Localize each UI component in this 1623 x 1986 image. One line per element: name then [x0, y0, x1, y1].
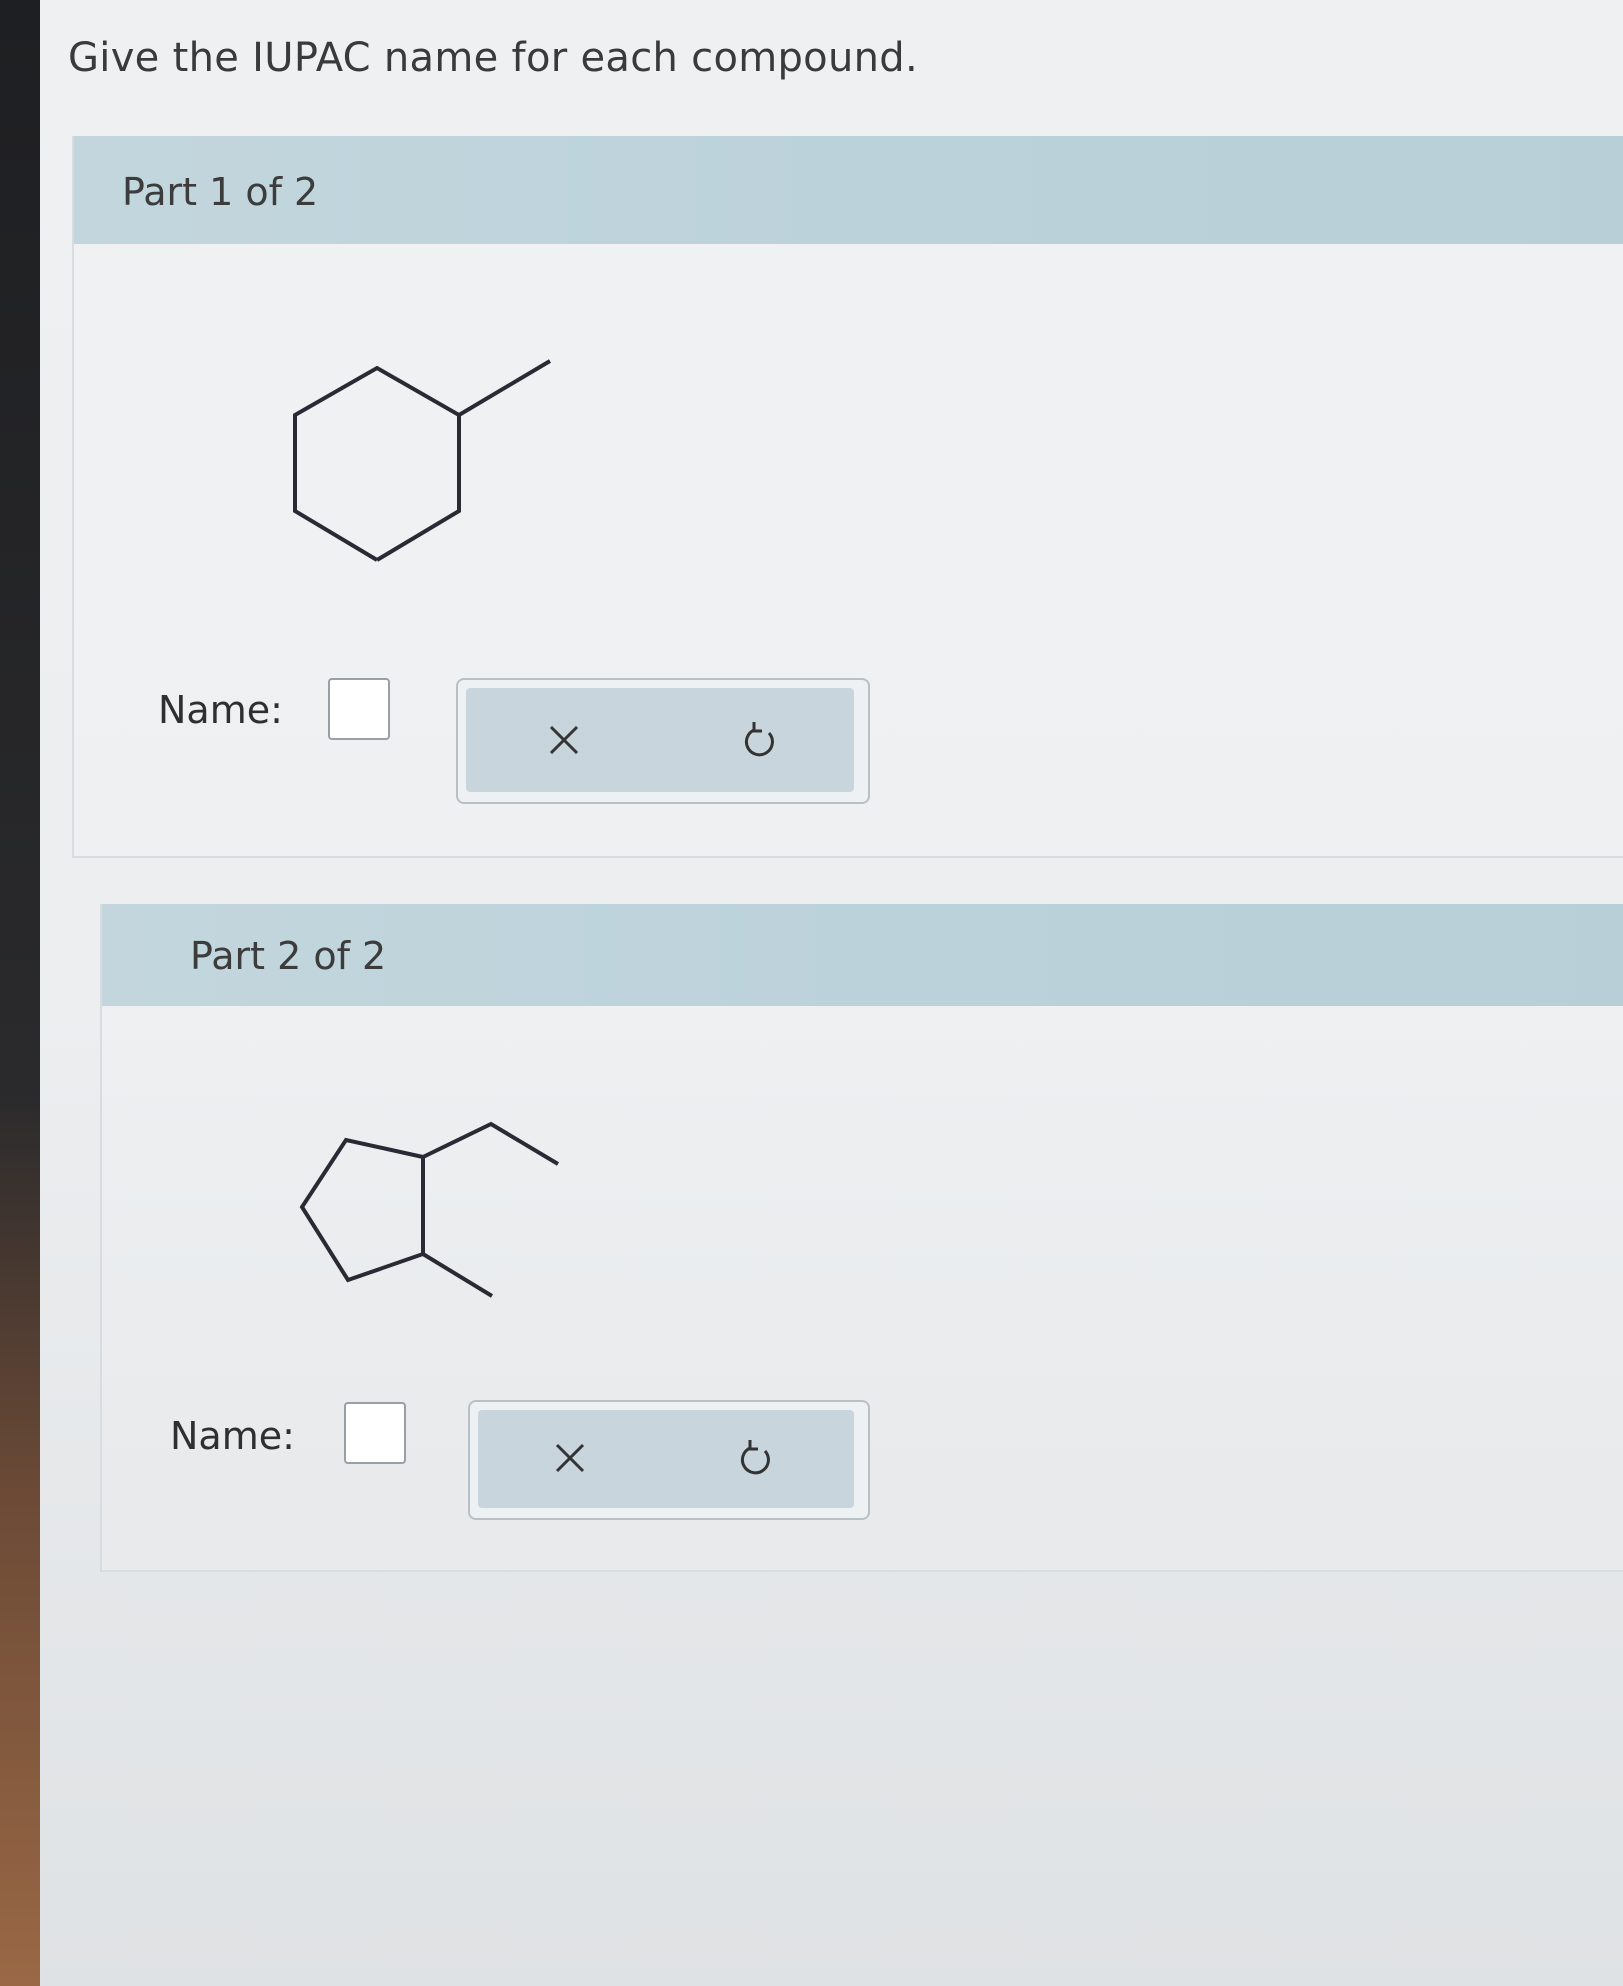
undo-icon	[744, 722, 774, 757]
answer-tools-2-bar	[478, 1410, 854, 1508]
answer-input-1[interactable]	[328, 678, 390, 740]
name-label-1: Name:	[158, 688, 283, 732]
methyl-bond	[457, 359, 552, 417]
answer-tools-1-bar	[466, 688, 854, 792]
answer-tools-2	[468, 1400, 870, 1520]
undo-icon	[740, 1440, 770, 1475]
page: Give the IUPAC name for each compound. P…	[40, 0, 1623, 1986]
ethyl-bonds	[422, 1121, 560, 1166]
clear-button-2[interactable]	[540, 1428, 600, 1488]
clear-button-1[interactable]	[534, 710, 594, 770]
cyclohexane-ring-bonds	[293, 365, 461, 562]
x-icon	[549, 725, 579, 755]
part-2-panel: Part 2 of 2 Name:	[100, 904, 1623, 1572]
part-1-panel: Part 1 of 2 Name:	[72, 136, 1623, 858]
part-2-title: Part 2 of 2	[190, 934, 387, 978]
cyclopentane-ring-bonds	[299, 1137, 425, 1283]
x-icon	[555, 1443, 585, 1473]
part-1-header: Part 1 of 2	[74, 136, 1623, 244]
answer-tools-1	[456, 678, 870, 804]
part-2-header: Part 2 of 2	[102, 904, 1623, 1006]
undo-button-1[interactable]	[730, 710, 790, 770]
molecule-2-structure	[299, 1121, 560, 1298]
undo-button-2[interactable]	[726, 1428, 786, 1488]
answer-input-2[interactable]	[344, 1402, 406, 1464]
part-1-title: Part 1 of 2	[122, 170, 319, 214]
molecule-1-structure	[293, 359, 552, 562]
question-text: Give the IUPAC name for each compound.	[68, 35, 918, 81]
methyl-bond	[421, 1252, 494, 1298]
name-label-2: Name:	[170, 1414, 295, 1458]
screen-bezel	[0, 0, 40, 1986]
